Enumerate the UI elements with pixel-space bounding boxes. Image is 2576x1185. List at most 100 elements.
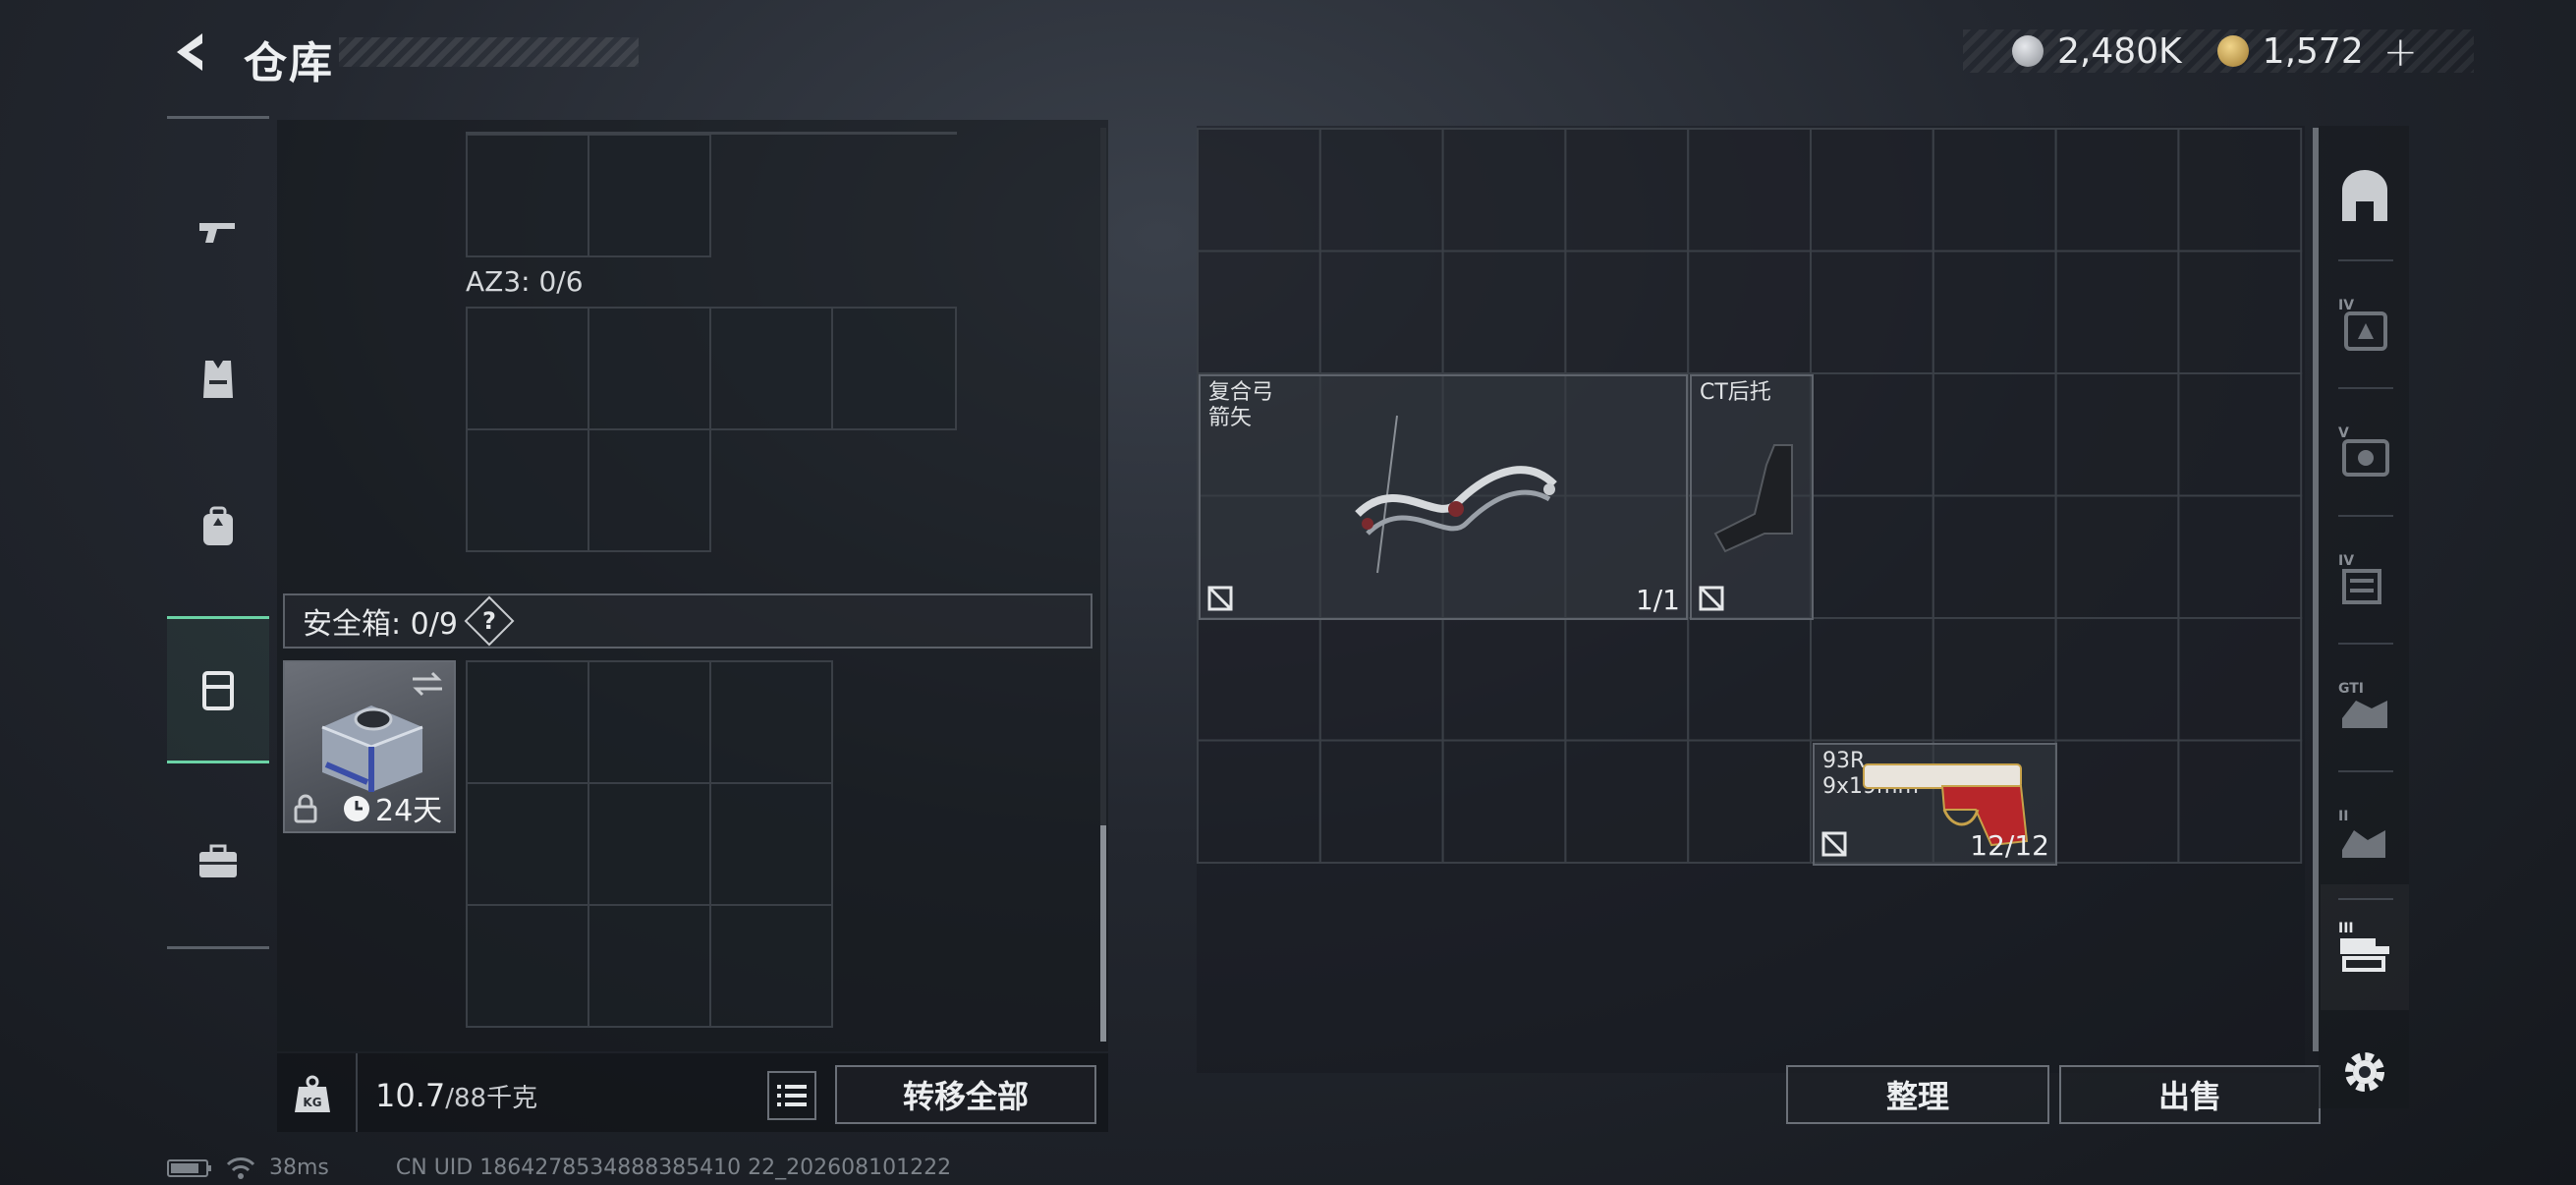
storage-slot[interactable] xyxy=(1932,128,2057,253)
storage-slot[interactable] xyxy=(1810,372,1934,497)
home-icon xyxy=(2342,170,2387,221)
storage-slot[interactable] xyxy=(1932,372,2057,497)
grid-slot[interactable] xyxy=(588,307,711,430)
toolbox-icon xyxy=(199,844,237,877)
storage-slot[interactable] xyxy=(1810,250,1934,374)
tab-storage-iv-2[interactable]: IV xyxy=(2321,517,2409,643)
list-icon xyxy=(777,1085,807,1106)
weight-icon: KG xyxy=(295,1075,330,1112)
category-toolbox[interactable] xyxy=(167,787,269,934)
grid-slot[interactable] xyxy=(466,782,589,906)
gear-level-icon: III xyxy=(2338,921,2389,972)
left-scrollbar[interactable] xyxy=(1100,128,1106,1042)
grid-slot[interactable] xyxy=(588,428,711,552)
storage-slot[interactable] xyxy=(1318,128,1444,253)
storage-slot[interactable] xyxy=(2177,128,2303,253)
list-view-button[interactable] xyxy=(767,1071,816,1120)
storage-slot[interactable] xyxy=(2054,494,2180,619)
grid-slot[interactable] xyxy=(709,782,833,906)
storage-slot[interactable] xyxy=(2054,250,2180,374)
sort-button[interactable]: 整理 xyxy=(1786,1065,2049,1124)
storage-slot[interactable] xyxy=(2177,372,2303,497)
storage-slot[interactable] xyxy=(1932,250,2057,374)
storage-slot[interactable] xyxy=(1197,128,1321,253)
grid-slot[interactable] xyxy=(466,307,589,430)
storage-slot[interactable] xyxy=(1687,739,1813,864)
storage-slot[interactable] xyxy=(1810,128,1934,253)
tab-storage-ii[interactable]: II xyxy=(2321,772,2409,898)
category-vest[interactable] xyxy=(167,306,269,453)
safebox-item[interactable]: 24天 xyxy=(283,660,456,833)
storage-slot[interactable] xyxy=(2054,128,2180,253)
scroll-thumb[interactable] xyxy=(1100,825,1106,1042)
grid-slot[interactable] xyxy=(466,904,589,1028)
storage-slot[interactable] xyxy=(1687,250,1813,374)
rifle-stock-icon xyxy=(1713,444,1793,553)
storage-slot[interactable] xyxy=(1687,128,1813,253)
grid-slot[interactable] xyxy=(588,134,711,257)
storage-slot[interactable] xyxy=(1564,128,1690,253)
item-93r-pistol[interactable]: 93R 9x19mm 12/12 xyxy=(1813,743,2057,866)
storage-slot[interactable] xyxy=(2177,617,2303,742)
no-insurance-icon xyxy=(1207,586,1233,611)
safebox-duration: 24天 xyxy=(375,794,443,828)
grid-slot[interactable] xyxy=(466,660,589,784)
status-bar: 38ms CN UID 1864278534888385410 22_20260… xyxy=(167,1156,951,1180)
storage-slot[interactable] xyxy=(1197,250,1321,374)
grid-slot[interactable] xyxy=(588,782,711,906)
storage-slot[interactable] xyxy=(1441,739,1567,864)
settings-button[interactable] xyxy=(2321,1008,2409,1136)
storage-slot[interactable] xyxy=(1810,494,1934,619)
item-name: 复合弓 箭矢 xyxy=(1208,380,1273,431)
ping-text: 38ms xyxy=(269,1156,329,1180)
storage-slot[interactable] xyxy=(1564,739,1690,864)
grid-slot[interactable] xyxy=(588,904,711,1028)
category-safebox[interactable] xyxy=(167,616,269,763)
storage-slot[interactable] xyxy=(1441,250,1567,374)
grid-slot[interactable] xyxy=(709,307,833,430)
storage-slot[interactable] xyxy=(1197,739,1321,864)
storage-slot[interactable] xyxy=(1197,617,1321,742)
storage-slot[interactable] xyxy=(1932,617,2057,742)
backpack-icon xyxy=(203,506,233,545)
storage-slot[interactable] xyxy=(2177,739,2303,864)
category-weapon[interactable] xyxy=(167,158,269,306)
storage-slot[interactable] xyxy=(1810,617,1934,742)
tab-storage-iii[interactable]: III xyxy=(2321,884,2409,1010)
storage-slot[interactable] xyxy=(2054,372,2180,497)
storage-slot[interactable] xyxy=(1441,128,1567,253)
storage-slot[interactable] xyxy=(1318,739,1444,864)
storage-slot[interactable] xyxy=(2054,617,2180,742)
storage-slot[interactable] xyxy=(2177,494,2303,619)
category-backpack[interactable] xyxy=(167,453,269,600)
transfer-all-button[interactable]: 转移全部 xyxy=(835,1065,1096,1124)
storage-slot[interactable] xyxy=(1318,617,1444,742)
storage-slot[interactable] xyxy=(1932,494,2057,619)
help-icon[interactable]: ? xyxy=(464,595,515,647)
grid-slot[interactable] xyxy=(588,660,711,784)
swap-icon[interactable] xyxy=(411,670,444,698)
add-currency-button[interactable]: + xyxy=(2383,28,2418,76)
tab-storage-v[interactable]: V xyxy=(2321,389,2409,515)
storage-slot[interactable] xyxy=(1441,617,1567,742)
silver-coin-icon xyxy=(2012,35,2044,67)
storage-slot[interactable] xyxy=(1687,617,1813,742)
storage-slot[interactable] xyxy=(2177,250,2303,374)
grid-slot[interactable] xyxy=(466,428,589,552)
grid-slot[interactable] xyxy=(709,904,833,1028)
grid-slot[interactable] xyxy=(831,307,957,430)
item-compound-bow[interactable]: 复合弓 箭矢 1/1 xyxy=(1199,374,1688,620)
storage-slot[interactable] xyxy=(1564,617,1690,742)
sell-button[interactable]: 出售 xyxy=(2059,1065,2321,1124)
tab-label: GTI xyxy=(2338,681,2364,697)
tab-storage-iv[interactable]: IV xyxy=(2321,261,2409,387)
storage-slot[interactable] xyxy=(2054,739,2180,864)
back-icon[interactable] xyxy=(167,28,216,77)
item-ct-stock[interactable]: CT后托 xyxy=(1690,374,1814,620)
no-insurance-icon xyxy=(1699,586,1724,611)
tab-storage-gti[interactable]: GTI xyxy=(2321,645,2409,770)
tab-home[interactable] xyxy=(2321,134,2409,259)
storage-slot[interactable] xyxy=(1564,250,1690,374)
grid-slot[interactable] xyxy=(709,660,833,784)
storage-slot[interactable] xyxy=(1318,250,1444,374)
